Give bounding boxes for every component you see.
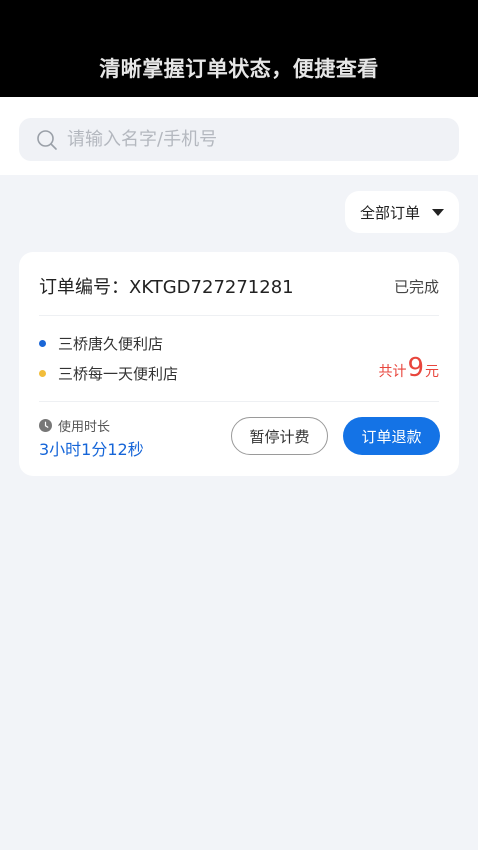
- promo-banner: 清晰掌握订单状态，便捷查看: [0, 0, 478, 97]
- search-input[interactable]: [67, 129, 427, 150]
- order-card[interactable]: 订单编号：XKTGD727271281 已完成 三桥唐久便利店 三桥每一天便利店…: [19, 252, 459, 476]
- refund-order-button[interactable]: 订单退款: [343, 417, 440, 455]
- total-label: 共计: [378, 364, 407, 380]
- order-status: 已完成: [393, 278, 439, 296]
- duration-label: 使用时长: [58, 420, 111, 435]
- store-name: 三桥每一天便利店: [58, 365, 179, 383]
- caret-down-icon: [432, 208, 444, 216]
- search-box[interactable]: [19, 118, 459, 161]
- banner-text: 清晰掌握订单状态，便捷查看: [99, 57, 379, 81]
- order-filter-dropdown[interactable]: 全部订单: [345, 191, 459, 233]
- pause-billing-button[interactable]: 暂停计费: [231, 417, 328, 455]
- clock-icon: [39, 419, 52, 432]
- store-dot-icon: [39, 370, 46, 377]
- duration-value: 3小时1分12秒: [39, 440, 144, 459]
- duration-label-row: 使用时长: [39, 416, 110, 435]
- total-unit: 元: [425, 364, 439, 380]
- order-number: 订单编号：XKTGD727271281: [39, 277, 294, 298]
- store-row: 三桥每一天便利店: [39, 363, 178, 384]
- divider: [39, 315, 439, 316]
- store-name: 三桥唐久便利店: [58, 335, 164, 353]
- order-total: 共计 9 元: [378, 355, 439, 381]
- store-row: 三桥唐久便利店: [39, 333, 163, 354]
- search-icon: [37, 129, 57, 150]
- divider: [39, 401, 439, 402]
- total-amount: 9: [407, 353, 424, 383]
- search-area: [0, 97, 478, 175]
- store-dot-icon: [39, 340, 46, 347]
- filter-label: 全部订单: [359, 203, 420, 222]
